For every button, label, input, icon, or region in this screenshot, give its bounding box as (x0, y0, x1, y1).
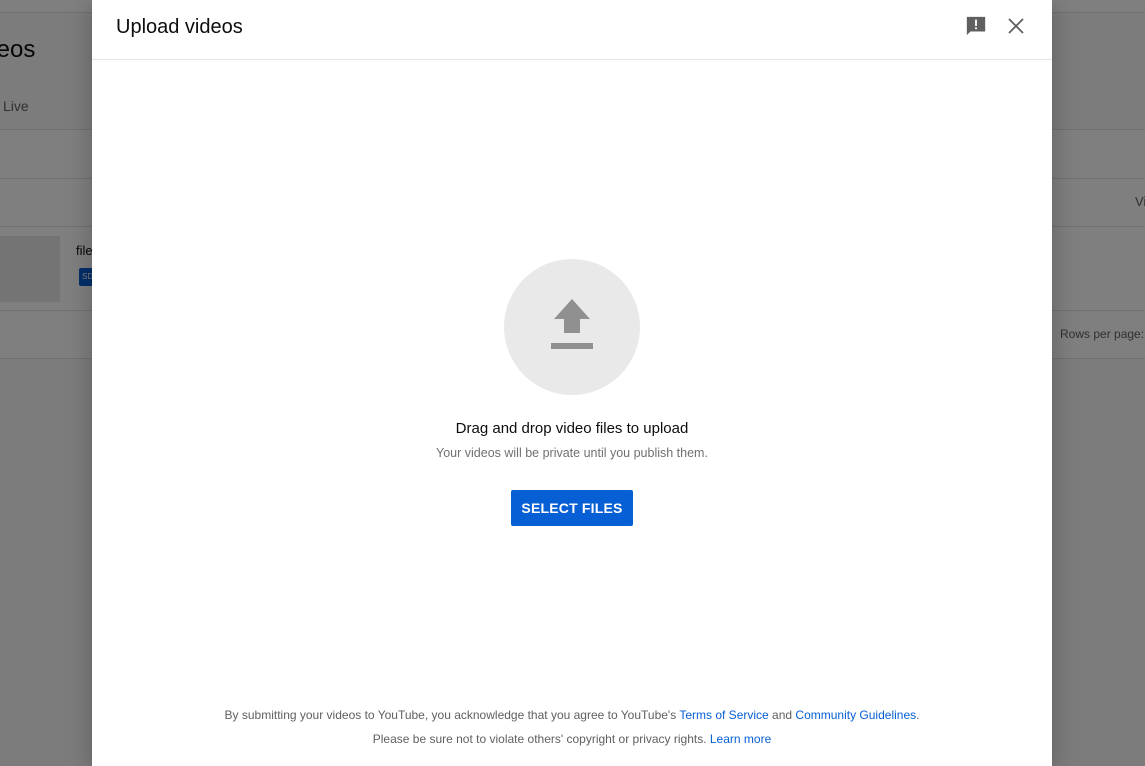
community-guidelines-link[interactable]: Community Guidelines (795, 708, 916, 722)
legal-text: By submitting your videos to YouTube, yo… (224, 708, 680, 722)
legal-text: . (916, 708, 920, 722)
drag-drop-text: Drag and drop video files to upload (455, 420, 689, 437)
close-icon (1007, 17, 1025, 40)
upload-drop-zone[interactable] (504, 259, 640, 395)
upload-videos-dialog: Upload videos Drag and drop video files … (92, 0, 1052, 766)
dialog-title: Upload videos (116, 16, 243, 38)
terms-of-service-link[interactable]: Terms of Service (679, 708, 768, 722)
private-notice-text: Your videos will be private until you pu… (436, 446, 708, 460)
legal-text: and (768, 708, 796, 722)
learn-more-link[interactable]: Learn more (710, 732, 771, 746)
upload-arrow-icon (550, 297, 594, 358)
close-button[interactable] (1002, 14, 1030, 42)
feedback-icon (965, 15, 987, 42)
legal-text: Please be sure not to violate others' co… (372, 732, 710, 746)
select-files-button[interactable]: SELECT FILES (511, 490, 633, 526)
legal-notice-line-2: Please be sure not to violate others' co… (92, 732, 1052, 746)
legal-notice-line-1: By submitting your videos to YouTube, yo… (92, 708, 1052, 722)
dialog-header: Upload videos (92, 0, 1052, 60)
feedback-button[interactable] (962, 14, 990, 42)
